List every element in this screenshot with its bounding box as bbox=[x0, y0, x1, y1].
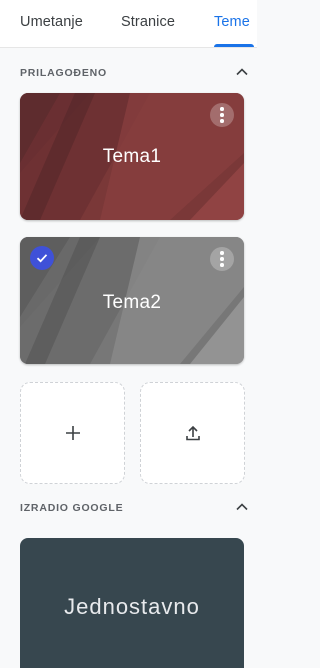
theme-title-tema1: Tema1 bbox=[102, 146, 162, 167]
theme-card-jednostavno[interactable]: Jednostavno bbox=[20, 538, 244, 668]
theme-card-tema1[interactable]: Tema1 bbox=[20, 93, 244, 220]
theme-title-tema2: Tema2 bbox=[102, 292, 162, 313]
tab-umetanje[interactable]: Umetanje bbox=[20, 14, 83, 30]
google-section-header: IZRADIO GOOGLE bbox=[20, 502, 124, 514]
active-tab-indicator bbox=[214, 44, 254, 47]
theme-card-tema2[interactable]: Tema2 bbox=[20, 237, 244, 364]
theme-options-more-icon[interactable] bbox=[210, 103, 234, 127]
collapse-custom-chevron-up-icon[interactable] bbox=[234, 64, 250, 80]
import-theme-button[interactable] bbox=[140, 382, 245, 484]
selected-check-icon bbox=[30, 246, 54, 270]
theme-options-more-icon[interactable] bbox=[210, 247, 234, 271]
tab-stranice[interactable]: Stranice bbox=[121, 14, 175, 30]
plus-icon bbox=[65, 426, 80, 440]
add-theme-button[interactable] bbox=[20, 382, 125, 484]
tab-bar: Umetanje Stranice Teme bbox=[0, 0, 257, 48]
collapse-google-chevron-up-icon[interactable] bbox=[234, 499, 250, 515]
upload-icon bbox=[185, 425, 200, 441]
theme-title-jednostavno: Jednostavno bbox=[64, 594, 200, 619]
tab-teme[interactable]: Teme bbox=[214, 14, 250, 30]
custom-section-header: PRILAGOĐENO bbox=[20, 67, 107, 79]
